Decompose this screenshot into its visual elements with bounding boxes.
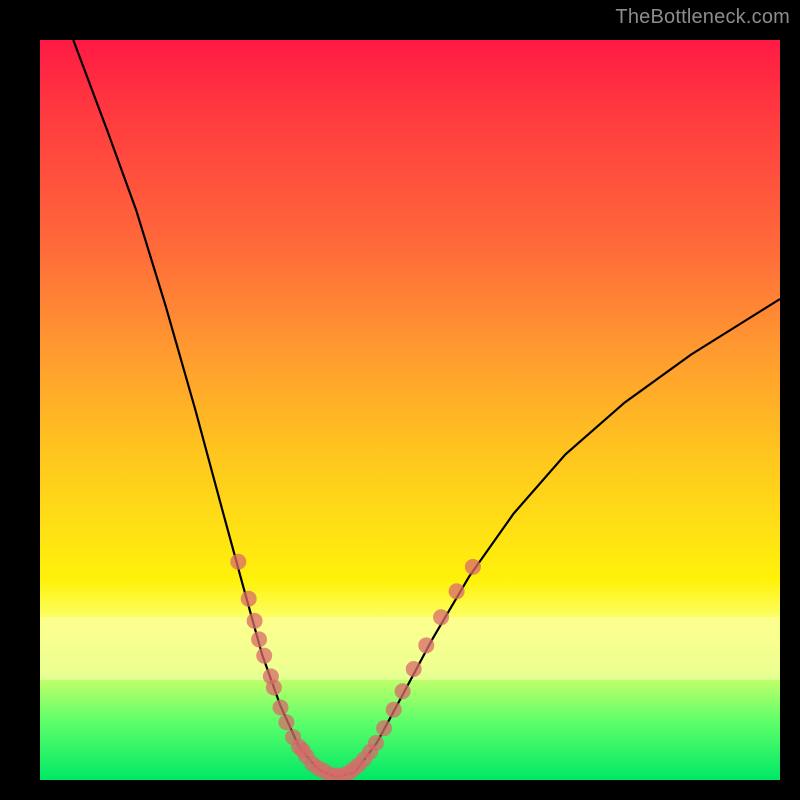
curve-marker	[395, 683, 411, 699]
watermark-text: TheBottleneck.com	[615, 6, 790, 29]
curve-marker	[278, 714, 294, 730]
curve-marker	[368, 735, 384, 751]
curve-marker	[386, 702, 402, 718]
curve-marker	[406, 661, 422, 677]
bottleneck-curve-svg	[40, 40, 780, 780]
curve-marker	[418, 637, 434, 653]
curve-marker	[247, 613, 263, 629]
curve-marker	[256, 648, 272, 664]
curve-marker	[433, 609, 449, 625]
curve-marker	[449, 583, 465, 599]
curve-marker	[273, 699, 289, 715]
curve-marker	[241, 591, 257, 607]
curve-marker	[230, 554, 246, 570]
curve-markers	[230, 554, 481, 780]
curve-marker	[266, 680, 282, 696]
chart-frame: TheBottleneck.com	[0, 0, 800, 800]
curve-marker	[465, 559, 481, 575]
curve-marker	[251, 631, 267, 647]
bottleneck-curve	[73, 40, 780, 777]
curve-marker	[376, 720, 392, 736]
plot-area	[40, 40, 780, 780]
